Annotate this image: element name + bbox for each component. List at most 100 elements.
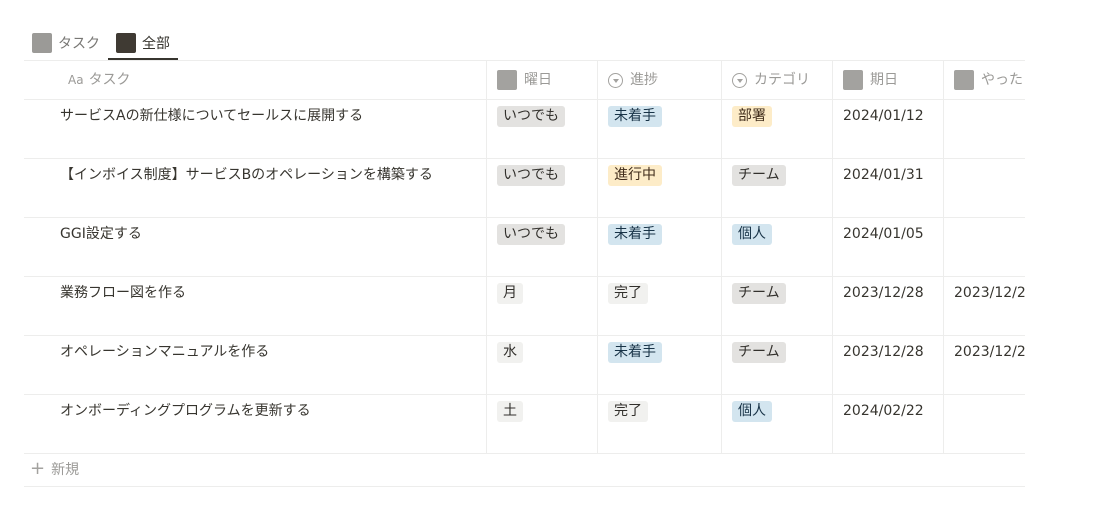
category-cell[interactable]: 個人 [722,218,833,276]
task-name: GGI設定する [60,226,142,242]
due-date: 2024/01/12 [843,108,924,124]
progress-cell[interactable]: 未着手 [598,218,722,276]
task-name: オペレーションマニュアルを作る [60,344,270,360]
progress-tag: 未着手 [608,342,662,363]
view-tabs: タスク 全部 [24,26,178,60]
task-name-cell[interactable]: オンボーディングプログラムを更新する [24,395,487,453]
day-tag: いつでも [497,106,565,127]
column-header-due[interactable]: 期日 [833,61,944,99]
column-header-category-label: カテゴリ [754,72,810,88]
task-name: 【インボイス制度】サービスBのオペレーションを構築する [60,167,433,183]
progress-tag: 未着手 [608,224,662,245]
task-name: 業務フロー図を作る [60,285,186,301]
table-header: Aa タスク 曜日 進捗 カテゴリ 期日 やった [24,60,1025,100]
due-date-cell[interactable]: 2023/12/28 [833,336,944,394]
category-cell[interactable]: チーム [722,336,833,394]
progress-cell[interactable]: 完了 [598,395,722,453]
column-header-done[interactable]: やった [944,61,1025,99]
progress-cell[interactable]: 未着手 [598,336,722,394]
day-tag: 水 [497,342,523,363]
category-cell[interactable]: 個人 [722,395,833,453]
column-header-category[interactable]: カテゴリ [722,61,833,99]
due-date: 2024/02/22 [843,403,924,419]
progress-tag: 進行中 [608,165,662,186]
category-tag: チーム [732,283,786,304]
table-row[interactable]: GGI設定する いつでも 未着手 個人 2024/01/05 [24,218,1025,277]
done-date: 2023/12/28 [954,285,1025,301]
task-table: Aa タスク 曜日 進捗 カテゴリ 期日 やった サービスAの新仕様についてセー… [24,60,1025,454]
task-name-cell[interactable]: 業務フロー図を作る [24,277,487,335]
select-property-icon [608,72,623,88]
done-date-cell[interactable]: 2023/12/28 [944,277,1025,335]
due-date-cell[interactable]: 2024/01/31 [833,159,944,217]
category-tag: 個人 [732,224,772,245]
column-header-day-label: 曜日 [524,72,552,88]
table-view-icon [116,33,136,53]
progress-tag: 未着手 [608,106,662,127]
tab-task-label: タスク [58,36,100,52]
day-tag: いつでも [497,224,565,245]
day-cell[interactable]: 月 [487,277,598,335]
column-header-task[interactable]: Aa タスク [24,61,487,99]
task-name-cell[interactable]: オペレーションマニュアルを作る [24,336,487,394]
due-date: 2023/12/28 [843,285,924,301]
day-cell[interactable]: いつでも [487,218,598,276]
day-tag: いつでも [497,165,565,186]
text-property-icon: Aa [68,73,84,87]
new-row-label: 新規 [51,461,80,478]
due-date: 2023/12/28 [843,344,924,360]
plus-icon: + [30,457,46,479]
column-header-progress[interactable]: 進捗 [598,61,722,99]
done-date-cell[interactable]: 2023/12/28 [944,336,1025,394]
tab-all-label: 全部 [142,36,170,52]
progress-cell[interactable]: 完了 [598,277,722,335]
task-name-cell[interactable]: サービスAの新仕様についてセールスに展開する [24,100,487,158]
tab-all[interactable]: 全部 [108,26,178,60]
due-date-cell[interactable]: 2023/12/28 [833,277,944,335]
task-name-cell[interactable]: GGI設定する [24,218,487,276]
due-date: 2024/01/31 [843,167,924,183]
done-date-cell[interactable] [944,218,1025,276]
tab-task[interactable]: タスク [24,26,108,60]
day-cell[interactable]: 土 [487,395,598,453]
due-date-cell[interactable]: 2024/01/12 [833,100,944,158]
day-tag: 土 [497,401,523,422]
category-cell[interactable]: 部署 [722,100,833,158]
due-date-cell[interactable]: 2024/01/05 [833,218,944,276]
category-cell[interactable]: チーム [722,159,833,217]
due-date-cell[interactable]: 2024/02/22 [833,395,944,453]
day-cell[interactable]: いつでも [487,100,598,158]
task-name-cell[interactable]: 【インボイス制度】サービスBのオペレーションを構築する [24,159,487,217]
category-tag: 個人 [732,401,772,422]
column-header-day[interactable]: 曜日 [487,61,598,99]
category-tag: チーム [732,165,786,186]
column-header-done-label: やった [981,72,1023,88]
table-row[interactable]: オペレーションマニュアルを作る 水 未着手 チーム 2023/12/28 202… [24,336,1025,395]
day-cell[interactable]: いつでも [487,159,598,217]
day-tag: 月 [497,283,523,304]
category-cell[interactable]: チーム [722,277,833,335]
select-property-icon [732,72,747,88]
category-tag: チーム [732,342,786,363]
done-date-cell[interactable] [944,100,1025,158]
done-date-cell[interactable] [944,159,1025,217]
progress-tag: 完了 [608,283,648,304]
done-date-cell[interactable] [944,395,1025,453]
done-date: 2023/12/28 [954,344,1025,360]
table-row[interactable]: 【インボイス制度】サービスBのオペレーションを構築する いつでも 進行中 チーム… [24,159,1025,218]
table-row[interactable]: サービスAの新仕様についてセールスに展開する いつでも 未着手 部署 2024/… [24,100,1025,159]
column-header-progress-label: 進捗 [630,72,658,88]
due-date: 2024/01/05 [843,226,924,242]
property-type-icon [843,70,863,90]
table-row[interactable]: オンボーディングプログラムを更新する 土 完了 個人 2024/02/22 [24,395,1025,454]
progress-cell[interactable]: 未着手 [598,100,722,158]
table-row[interactable]: 業務フロー図を作る 月 完了 チーム 2023/12/28 2023/12/28 [24,277,1025,336]
task-name: オンボーディングプログラムを更新する [60,403,311,419]
progress-tag: 完了 [608,401,648,422]
new-row-button[interactable]: + 新規 [24,451,1025,487]
task-name: サービスAの新仕様についてセールスに展開する [60,108,364,124]
category-tag: 部署 [732,106,772,127]
progress-cell[interactable]: 進行中 [598,159,722,217]
property-type-icon [954,70,974,90]
day-cell[interactable]: 水 [487,336,598,394]
